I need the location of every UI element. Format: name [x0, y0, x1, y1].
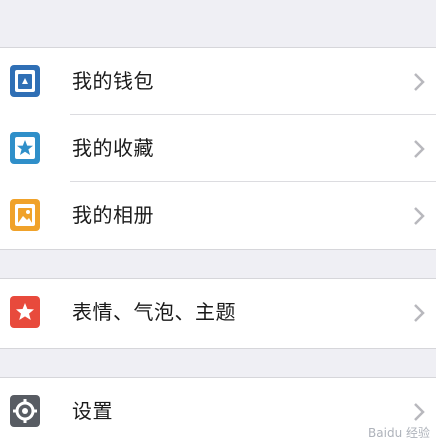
menu-group-personalization: 表情、气泡、主题 — [0, 278, 436, 349]
chevron-right-icon — [414, 207, 425, 225]
chevron-right-icon — [414, 140, 425, 158]
gear-icon — [10, 395, 40, 427]
emoji-bubble-theme-icon — [10, 296, 40, 328]
watermark: Baidu 经验 — [368, 426, 430, 440]
menu-item-label: 设置 — [72, 399, 113, 423]
chevron-right-icon — [414, 403, 425, 421]
menu-item-label: 我的收藏 — [72, 136, 154, 160]
menu-item-label: 我的相册 — [72, 203, 154, 227]
menu-item-favorites[interactable]: 我的收藏 — [0, 115, 436, 182]
menu-group-personal: 我的钱包 我的收藏 我的相册 — [0, 47, 436, 250]
favorites-star-icon — [10, 132, 40, 164]
menu-item-label: 我的钱包 — [72, 69, 154, 93]
menu-item-label: 表情、气泡、主题 — [72, 300, 236, 324]
menu-item-wallet[interactable]: 我的钱包 — [0, 48, 436, 115]
wallet-icon — [10, 65, 40, 97]
chevron-right-icon — [414, 304, 425, 322]
photo-album-icon — [10, 199, 40, 231]
chevron-right-icon — [414, 73, 425, 91]
menu-item-album[interactable]: 我的相册 — [0, 182, 436, 249]
menu-item-emoji-bubble-theme[interactable]: 表情、气泡、主题 — [0, 279, 436, 346]
